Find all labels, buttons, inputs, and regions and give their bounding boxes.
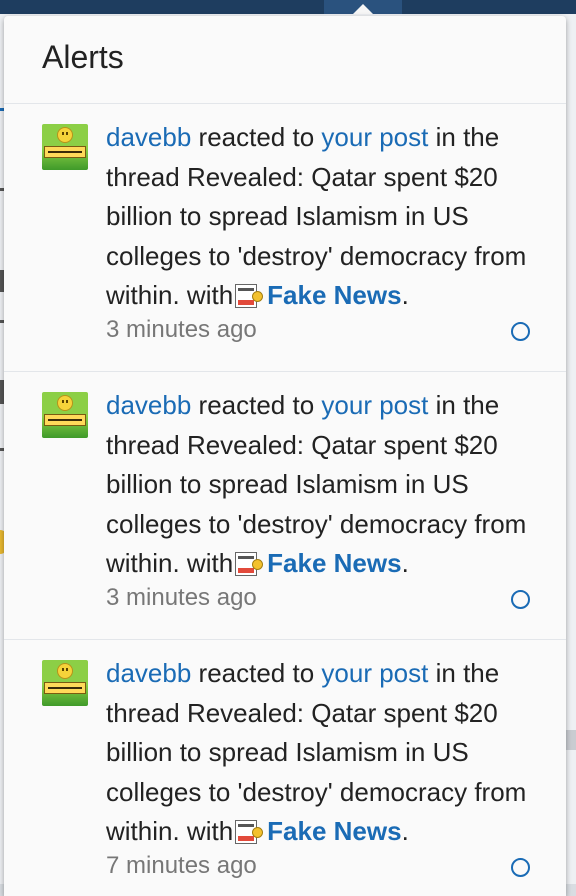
alert-time: 3 minutes ago <box>106 316 257 343</box>
avatar[interactable] <box>42 392 88 438</box>
alerts-popup: Alerts davebb reacted to your post in th… <box>4 16 566 896</box>
reaction-name: Fake News <box>267 816 402 846</box>
user-link[interactable]: davebb <box>106 390 191 420</box>
mark-read-toggle[interactable] <box>511 322 530 341</box>
alert-end: . <box>401 816 409 846</box>
alert-item[interactable]: davebb reacted to your post in the threa… <box>4 104 566 372</box>
alert-text: davebb reacted to your post in the threa… <box>106 654 536 852</box>
mark-read-toggle[interactable] <box>511 590 530 609</box>
alert-time: 7 minutes ago <box>106 852 257 879</box>
fake-news-icon <box>235 550 264 576</box>
reaction-name: Fake News <box>267 548 402 578</box>
mark-read-toggle[interactable] <box>511 858 530 877</box>
alert-item[interactable]: davebb reacted to your post in the threa… <box>4 372 566 640</box>
user-link[interactable]: davebb <box>106 658 191 688</box>
alerts-title: Alerts <box>42 39 124 75</box>
avatar[interactable] <box>42 124 88 170</box>
alert-end: . <box>401 280 409 310</box>
background-fragment <box>566 730 576 750</box>
alert-time: 3 minutes ago <box>106 584 257 611</box>
alert-text: davebb reacted to your post in the threa… <box>106 386 536 584</box>
alert-item[interactable]: davebb reacted to your post in the threa… <box>4 640 566 896</box>
alert-end: . <box>401 548 409 578</box>
avatar[interactable] <box>42 660 88 706</box>
post-link[interactable]: your post <box>321 658 428 688</box>
post-link[interactable]: your post <box>321 390 428 420</box>
popup-caret <box>353 4 373 14</box>
post-link[interactable]: your post <box>321 122 428 152</box>
alerts-header: Alerts <box>4 16 566 104</box>
site-header-bar <box>0 0 576 14</box>
alert-action: reacted to <box>198 390 315 420</box>
alert-text: davebb reacted to your post in the threa… <box>106 118 536 316</box>
user-link[interactable]: davebb <box>106 122 191 152</box>
alert-action: reacted to <box>198 658 315 688</box>
fake-news-icon <box>235 818 264 844</box>
reaction-name: Fake News <box>267 280 402 310</box>
fake-news-icon <box>235 282 264 308</box>
alert-action: reacted to <box>198 122 315 152</box>
